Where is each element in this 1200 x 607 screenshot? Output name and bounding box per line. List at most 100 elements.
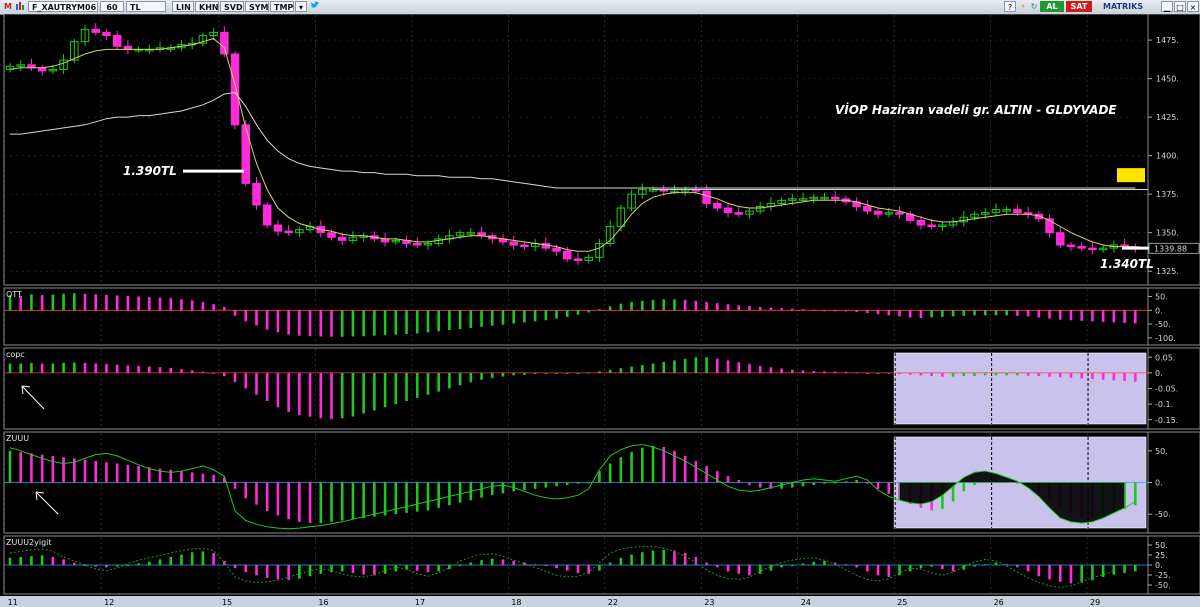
histogram-bar — [791, 482, 794, 488]
chart-toolbar: M F_XAUTRYM06 60 TL LIN KHN SVD SYM TMP … — [0, 0, 1200, 15]
histogram-bar — [533, 372, 537, 375]
candle-body — [91, 28, 100, 33]
histogram-bar — [233, 310, 237, 316]
sat-button[interactable]: SAT — [1066, 1, 1092, 12]
histogram-bar — [930, 565, 933, 567]
histogram-bar — [833, 371, 837, 373]
histogram-bar — [212, 553, 215, 565]
histogram-bar — [158, 297, 162, 311]
histogram-bar — [565, 310, 569, 317]
histogram-bar — [426, 372, 430, 395]
refresh-icon[interactable]: ↻ — [1028, 1, 1040, 12]
x-axis-strip — [0, 596, 1200, 607]
histogram-bar — [308, 372, 312, 417]
histogram-bar — [501, 482, 505, 494]
histogram-bar — [340, 565, 344, 572]
histogram-bar — [233, 372, 237, 383]
bar-chart-icon[interactable] — [14, 1, 26, 12]
x-tick-label: 23 — [704, 598, 714, 607]
question-icon[interactable]: ? — [1004, 1, 1016, 12]
period-field[interactable]: 60 — [100, 1, 124, 12]
histogram-bar — [1005, 372, 1008, 376]
candle-body — [112, 34, 122, 47]
y-tick-label: 1325. — [1156, 267, 1179, 276]
chart-canvas[interactable]: 11 12 15 16 17 18 22 23 24 25 26 29 1325. 1350. 1375. 1… — [0, 14, 1200, 607]
x-tick-label: 22 — [608, 598, 618, 607]
histogram-bar — [148, 561, 151, 565]
maximize-icon[interactable]: □ — [1174, 1, 1186, 12]
histogram-bar — [394, 372, 398, 405]
histogram-bar — [801, 309, 805, 311]
minimize-icon[interactable]: ▁ — [1161, 1, 1173, 12]
histogram-bar — [30, 453, 33, 483]
histogram-bar — [1080, 310, 1083, 321]
histogram-bar — [608, 562, 612, 565]
histogram-bar — [469, 562, 473, 565]
histogram-bar — [758, 482, 762, 488]
histogram-bar — [255, 310, 258, 326]
histogram-bar — [1133, 565, 1137, 572]
histogram-bar — [1048, 372, 1051, 377]
histogram-bar — [83, 293, 87, 311]
histogram-bar — [244, 310, 248, 322]
histogram-bar — [308, 482, 312, 524]
svd-button[interactable]: SVD — [220, 1, 244, 12]
histogram-bar — [383, 310, 387, 336]
histogram-bar — [1101, 372, 1105, 380]
histogram-bar — [855, 310, 858, 312]
histogram-bar — [62, 293, 65, 311]
dropdown-icon[interactable]: ▾ — [295, 1, 307, 12]
symbol-field[interactable]: F_XAUTRYM06 — [28, 1, 98, 12]
histogram-bar — [844, 481, 848, 483]
histogram-bar — [137, 296, 140, 311]
histogram-bar — [555, 372, 558, 374]
histogram-bar — [544, 482, 548, 488]
highlight-box — [893, 352, 1147, 425]
histogram-bar — [887, 310, 891, 316]
histogram-bar — [598, 565, 601, 571]
histogram-bar — [340, 310, 344, 337]
histogram-bar — [19, 363, 23, 373]
tmp-button[interactable]: TMP — [270, 1, 294, 12]
histogram-bar — [737, 362, 741, 373]
histogram-bar — [641, 365, 644, 373]
candle-body — [327, 232, 336, 238]
currency-field[interactable]: TL — [126, 1, 166, 12]
candle-body — [863, 206, 872, 212]
histogram-bar — [201, 551, 205, 565]
histogram-bar — [469, 310, 473, 328]
sym-button[interactable]: SYM — [245, 1, 269, 12]
lin-button[interactable]: LIN — [172, 1, 194, 12]
panel-frame — [3, 287, 1149, 346]
histogram-bar — [951, 565, 955, 572]
histogram-bar — [619, 457, 623, 483]
y-tick-label: 0. — [1155, 306, 1163, 315]
twitter-icon[interactable] — [309, 1, 321, 12]
histogram-bar — [244, 372, 248, 389]
histogram-bar — [298, 565, 301, 579]
histogram-bar — [190, 370, 194, 373]
histogram-bar — [394, 565, 398, 572]
histogram-bar — [608, 369, 612, 373]
histogram-bar — [73, 562, 76, 565]
chart-title: VİOP Haziran vadeli gr. ALTIN - GLDYVADE — [835, 102, 1117, 117]
histogram-bar — [319, 372, 323, 419]
matriks-logo-icon[interactable]: M — [2, 1, 14, 12]
histogram-bar — [523, 310, 526, 323]
al-button[interactable]: AL — [1040, 1, 1064, 12]
close-icon[interactable]: × — [1187, 1, 1199, 12]
histogram-bar — [983, 372, 987, 376]
khn-button[interactable]: KHN — [195, 1, 219, 12]
histogram-bar — [758, 565, 762, 574]
histogram-bar — [608, 306, 612, 311]
histogram-bar — [683, 299, 687, 311]
candle-body — [412, 242, 422, 246]
x-tick-label: 29 — [1090, 598, 1100, 607]
histogram-bar — [180, 299, 183, 311]
y-tick-label: 1450. — [1156, 75, 1179, 84]
candle-body — [573, 258, 583, 261]
histogram-bar — [630, 366, 633, 373]
histogram-bar — [876, 310, 880, 315]
panel-name: OTT — [6, 290, 22, 299]
histogram-bar — [1133, 372, 1137, 382]
